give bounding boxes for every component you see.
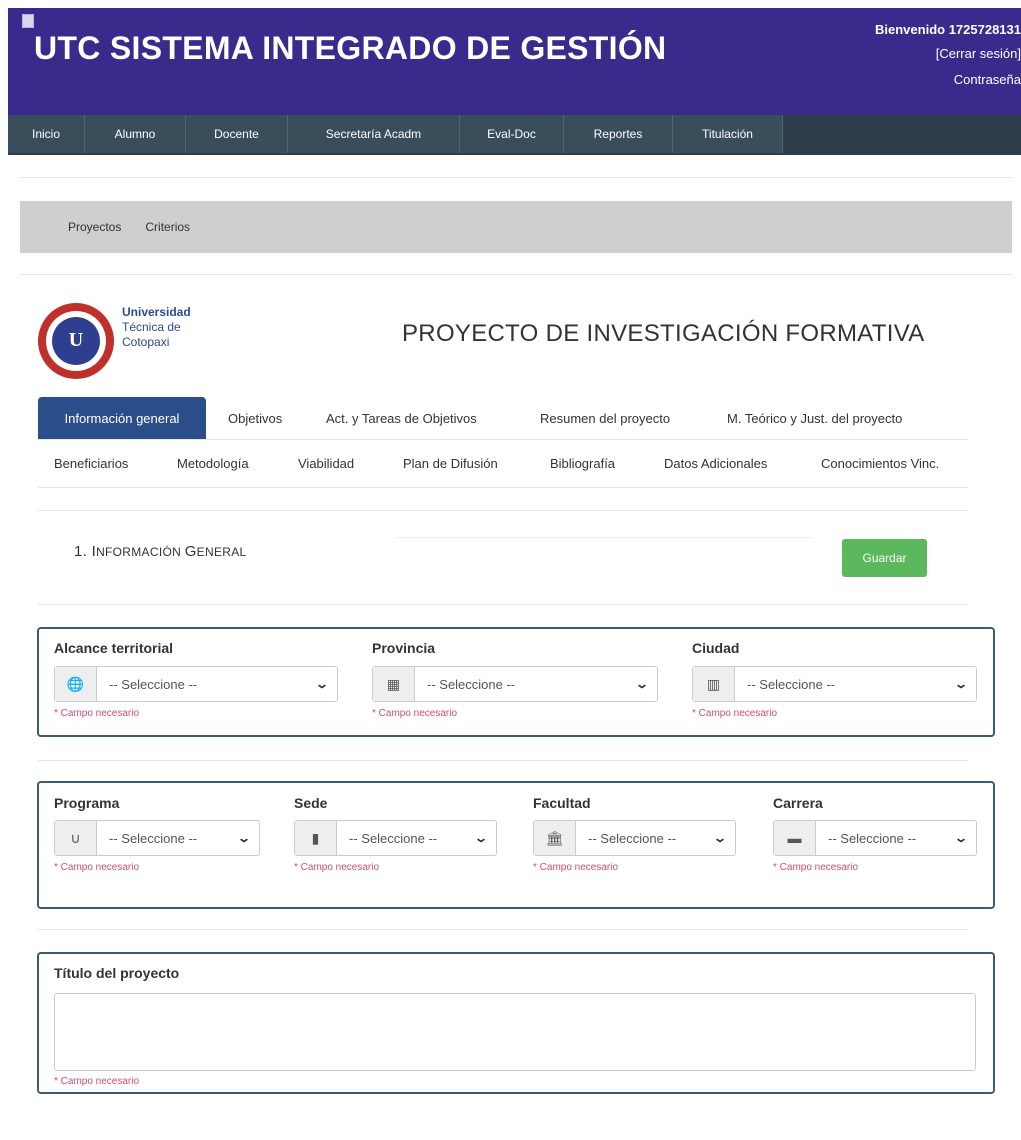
select-programa[interactable]: ∪ -- Seleccione -- ⌄ xyxy=(54,820,260,856)
tab-marco-teorico[interactable]: M. Teórico y Just. del proyecto xyxy=(727,411,902,426)
label-ciudad: Ciudad xyxy=(692,640,740,656)
university-seal-logo: U xyxy=(38,303,114,379)
select-value: -- Seleccione -- xyxy=(828,830,917,846)
tab-act-tareas-objetivos[interactable]: Act. y Tareas de Objetivos xyxy=(326,411,477,426)
building-icon: ▦ xyxy=(373,667,415,701)
nav-item-secretaria[interactable]: Secretaría Acadm xyxy=(288,115,460,153)
nav-item-inicio[interactable]: Inicio xyxy=(8,115,85,153)
tab-objetivos[interactable]: Objetivos xyxy=(228,411,282,426)
divider xyxy=(396,537,812,538)
label-alcance-territorial: Alcance territorial xyxy=(54,640,174,656)
select-value: -- Seleccione -- xyxy=(349,830,438,846)
password-link[interactable]: Contraseña xyxy=(954,72,1021,87)
select-ciudad[interactable]: ▥ -- Seleccione -- ⌄ xyxy=(692,666,977,702)
chevron-down-icon: ⌄ xyxy=(712,831,728,845)
logout-link[interactable]: [Cerrar sesión] xyxy=(936,46,1021,61)
divider xyxy=(38,929,968,930)
divider xyxy=(20,177,1012,178)
tab-viabilidad[interactable]: Viabilidad xyxy=(298,456,354,471)
select-sede[interactable]: ▮ -- Seleccione -- ⌄ xyxy=(294,820,497,856)
globe-icon: 🌐 xyxy=(55,667,97,701)
help-required: * Campo necesario xyxy=(54,1076,140,1087)
welcome-text: Bienvenido 1725728131 xyxy=(875,22,1021,37)
select-value: -- Seleccione -- xyxy=(109,676,198,692)
chevron-down-icon: ⌄ xyxy=(634,677,650,691)
city-icon: ▥ xyxy=(693,667,735,701)
label-titulo-proyecto: Título del proyecto xyxy=(54,965,180,981)
university-name-line: Cotopaxi xyxy=(122,335,170,349)
label-carrera: Carrera xyxy=(773,795,823,811)
save-button[interactable]: Guardar xyxy=(842,539,927,577)
select-value: -- Seleccione -- xyxy=(427,676,516,692)
help-required: * Campo necesario xyxy=(54,862,140,873)
select-value: -- Seleccione -- xyxy=(747,676,836,692)
chevron-down-icon: ⌄ xyxy=(236,831,252,845)
nav-item-docente[interactable]: Docente xyxy=(186,115,288,153)
label-sede: Sede xyxy=(294,795,328,811)
divider xyxy=(38,510,968,511)
help-required: * Campo necesario xyxy=(54,708,140,719)
chevron-down-icon: ⌄ xyxy=(953,677,969,691)
chevron-down-icon: ⌄ xyxy=(953,831,969,845)
divider xyxy=(20,274,1012,275)
tab-metodologia[interactable]: Metodología xyxy=(177,456,249,471)
divider xyxy=(38,760,968,761)
chevron-down-icon: ⌄ xyxy=(473,831,489,845)
help-required: * Campo necesario xyxy=(294,862,380,873)
nav-item-eval-doc[interactable]: Eval-Doc xyxy=(460,115,564,153)
app-header: UTC SISTEMA INTEGRADO DE GESTIÓN Bienven… xyxy=(8,8,1021,115)
tab-bibliografia[interactable]: Bibliografía xyxy=(550,456,615,471)
section-title-word: NFORMACIÓN xyxy=(96,545,185,559)
nav-item-alumno[interactable]: Alumno xyxy=(85,115,186,153)
subnav-item-proyectos[interactable]: Proyectos xyxy=(68,220,121,234)
divider xyxy=(38,604,968,605)
nav-item-titulacion[interactable]: Titulación xyxy=(673,115,783,153)
section-title-initial: G xyxy=(184,543,197,560)
section-title-word: ENERAL xyxy=(196,545,247,559)
tab-resumen-proyecto[interactable]: Resumen del proyecto xyxy=(540,411,670,426)
select-alcance-territorial[interactable]: 🌐 -- Seleccione -- ⌄ xyxy=(54,666,338,702)
titulo-proyecto-textarea[interactable] xyxy=(54,993,976,1071)
tab-row-divider xyxy=(38,439,968,440)
tab-informacion-general[interactable]: Información general xyxy=(38,397,206,439)
tab-plan-difusion[interactable]: Plan de Difusión xyxy=(403,456,498,471)
select-value: -- Seleccione -- xyxy=(588,830,677,846)
label-provincia: Provincia xyxy=(372,640,436,656)
section-title: 1. INFORMACIÓN GENERAL xyxy=(74,543,247,560)
subnav-item-criterios[interactable]: Criterios xyxy=(145,220,190,234)
university-name-line: Técnica de xyxy=(122,320,181,334)
tab-datos-adicionales[interactable]: Datos Adicionales xyxy=(664,456,767,471)
seal-letter: U xyxy=(68,329,84,351)
broken-image-icon xyxy=(22,14,34,28)
help-required: * Campo necesario xyxy=(773,862,859,873)
institution-icon: 🏛 xyxy=(534,821,576,855)
help-required: * Campo necesario xyxy=(372,708,458,719)
sub-nav: Proyectos Criterios xyxy=(20,201,1012,253)
university-name: Universidad Técnica de Cotopaxi xyxy=(122,305,191,350)
building-icon: ▮ xyxy=(295,821,337,855)
tab-conocimientos-vinc[interactable]: Conocimientos Vinc. xyxy=(821,456,939,471)
university-name-line: Universidad xyxy=(122,305,191,319)
select-value: -- Seleccione -- xyxy=(109,830,198,846)
nav-item-reportes[interactable]: Reportes xyxy=(564,115,673,153)
magnet-icon: ∪ xyxy=(55,821,97,855)
help-required: * Campo necesario xyxy=(533,862,619,873)
main-nav: Inicio Alumno Docente Secretaría Acadm E… xyxy=(8,115,1021,155)
label-facultad: Facultad xyxy=(533,795,591,811)
chevron-down-icon: ⌄ xyxy=(314,677,330,691)
book-icon: ▬ xyxy=(774,821,816,855)
label-programa: Programa xyxy=(54,795,120,811)
page-title: PROYECTO DE INVESTIGACIÓN FORMATIVA xyxy=(402,320,925,347)
tab-beneficiarios[interactable]: Beneficiarios xyxy=(54,456,128,471)
section-number: 1. xyxy=(74,543,88,560)
select-carrera[interactable]: ▬ -- Seleccione -- ⌄ xyxy=(773,820,977,856)
tabs-bottom-divider xyxy=(38,487,968,488)
help-required: * Campo necesario xyxy=(692,708,778,719)
select-provincia[interactable]: ▦ -- Seleccione -- ⌄ xyxy=(372,666,658,702)
select-facultad[interactable]: 🏛 -- Seleccione -- ⌄ xyxy=(533,820,736,856)
app-title: UTC SISTEMA INTEGRADO DE GESTIÓN xyxy=(34,30,667,66)
